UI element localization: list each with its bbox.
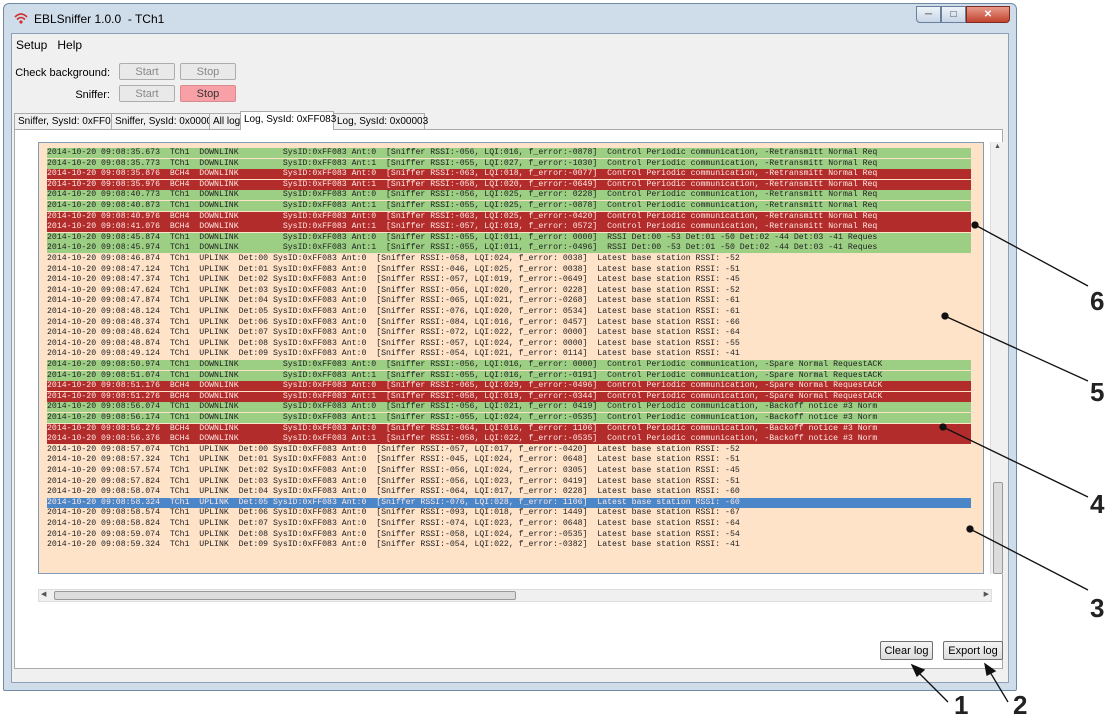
callout-arrow-2 [984,662,997,676]
callout-2: 2 [1013,690,1028,720]
callout-lines [910,221,1089,703]
tab-log-ff083[interactable]: Log, SysId: 0xFF083 [240,111,336,130]
callout-line-1 [917,671,949,703]
callout-3: 3 [1090,593,1105,623]
callout-dot-5 [941,312,949,320]
callout-line-6 [976,225,1089,287]
callout-line-3 [971,529,1089,591]
callout-4: 4 [1090,489,1105,519]
callout-line-2 [989,671,1009,703]
callout-dot-3 [966,525,974,533]
callout-dot-6 [971,221,979,229]
callout-arrow-1 [910,663,926,678]
callout-6: 6 [1090,286,1105,316]
callout-5: 5 [1090,377,1105,407]
callout-line-5 [946,316,1089,382]
callout-1: 1 [954,690,969,720]
callout-line-4 [944,427,1089,498]
callout-dot-4 [939,423,947,431]
